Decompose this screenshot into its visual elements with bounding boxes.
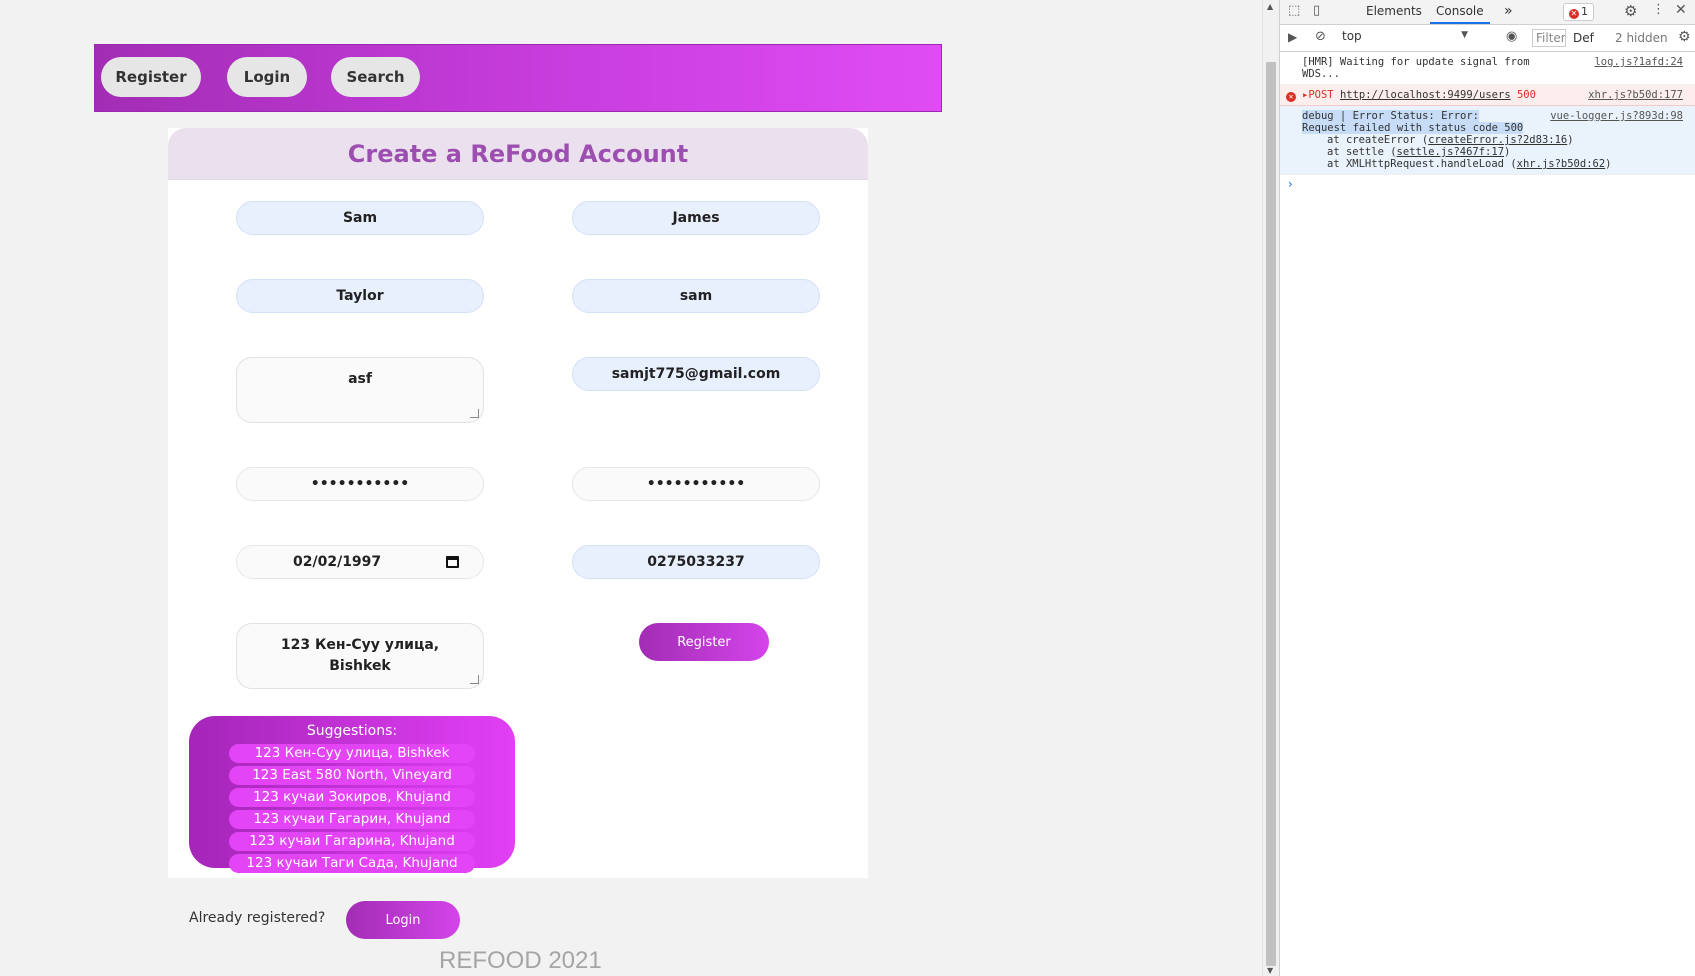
- chevron-down-icon: ▼: [1461, 30, 1468, 40]
- log-levels-dropdown[interactable]: Def: [1573, 31, 1594, 45]
- post-status: 500: [1516, 89, 1536, 101]
- resize-grip-icon[interactable]: [470, 409, 479, 418]
- bio-value: asf: [348, 371, 372, 387]
- settings-gear-icon[interactable]: ⚙: [1624, 2, 1637, 20]
- context-select[interactable]: top ▼: [1342, 29, 1468, 46]
- bio-textarea[interactable]: asf: [236, 357, 484, 423]
- navbar: Register Login Search: [94, 44, 942, 112]
- console-message-error: ✕ ▸POST http://localhost:9499/users 500 …: [1280, 85, 1695, 106]
- stack-link[interactable]: createError.js?2d83:16: [1428, 134, 1567, 146]
- confirm-password-value: •••••••••••: [646, 476, 746, 492]
- register-submit-button[interactable]: Register: [639, 623, 769, 661]
- tab-elements[interactable]: Elements: [1366, 0, 1422, 24]
- console-message-debug: debug | Error Status: Error: Request fai…: [1280, 106, 1695, 175]
- close-icon[interactable]: ✕: [1675, 2, 1687, 18]
- first-name-value: Sam: [342, 210, 378, 226]
- source-link[interactable]: vue-logger.js?893d:98: [1550, 110, 1683, 122]
- username-input[interactable]: sam: [572, 279, 820, 313]
- hidden-count: 2 hidden: [1615, 31, 1668, 45]
- console-prompt[interactable]: ›: [1280, 175, 1695, 195]
- suggestion-item[interactable]: 123 кучаи Зокиров, Khujand: [229, 788, 475, 807]
- console-message-hmr: [HMR] Waiting for update signal from WDS…: [1280, 52, 1695, 85]
- debug-text-line1: debug | Error Status: Error:: [1302, 110, 1480, 122]
- login-button[interactable]: Login: [346, 901, 460, 939]
- already-registered-text: Already registered?: [189, 910, 326, 926]
- scroll-up-icon[interactable]: ▲: [1267, 2, 1273, 11]
- source-link[interactable]: xhr.js?b50d:177: [1588, 89, 1683, 101]
- kebab-menu-icon[interactable]: ⋮: [1652, 2, 1665, 17]
- address-suggestions: Suggestions: 123 Кен-Суу улица, Bishkek …: [189, 716, 515, 873]
- address-value: 123 Кен-Суу улица, Bishkek: [280, 637, 440, 674]
- email-value: samjt775@gmail.com: [611, 366, 781, 382]
- footer-text: REFOOD 2021: [439, 947, 602, 974]
- suggestions-title: Suggestions:: [306, 723, 398, 739]
- suggestion-item[interactable]: 123 кучаи Гагарина, Khujand: [229, 832, 475, 851]
- suggestion-item[interactable]: 123 East 580 North, Vineyard: [229, 766, 475, 785]
- clear-console-icon[interactable]: ⊘: [1315, 29, 1326, 44]
- stack-frame: at XMLHttpRequest.handleLoad (xhr.js?b50…: [1327, 158, 1612, 170]
- username-value: sam: [679, 288, 713, 304]
- nav-search-button[interactable]: Search: [331, 57, 420, 97]
- address-textarea[interactable]: 123 Кен-Суу улица, Bishkek: [236, 623, 484, 689]
- tab-console[interactable]: Console: [1430, 0, 1490, 24]
- dob-value: 02/02/1997: [293, 554, 382, 570]
- console-toolbar: ▶ ⊘ top ▼ ◉ Filter Def 2 hidden ⚙: [1280, 25, 1695, 52]
- nav-register-button[interactable]: Register: [101, 57, 201, 97]
- stack-link[interactable]: xhr.js?b50d:62: [1517, 158, 1606, 170]
- stack-link[interactable]: settle.js?467f:17: [1397, 146, 1504, 158]
- context-value: top: [1342, 29, 1362, 43]
- calendar-icon[interactable]: [446, 556, 459, 568]
- dob-date-input[interactable]: 02/02/1997: [236, 545, 484, 579]
- app-page: Register Login Search Create a ReFood Ac…: [0, 0, 1262, 976]
- page-scrollbar[interactable]: ▲ ▼: [1262, 0, 1279, 976]
- middle-name-value: James: [672, 210, 720, 226]
- last-name-input[interactable]: Taylor: [236, 279, 484, 313]
- password-input[interactable]: •••••••••••: [236, 467, 484, 501]
- sidebar-toggle-icon[interactable]: ▶: [1288, 30, 1297, 44]
- confirm-password-input[interactable]: •••••••••••: [572, 467, 820, 501]
- device-toolbar-icon[interactable]: ▯: [1313, 3, 1320, 18]
- stack-frame: at createError (createError.js?2d83:16): [1327, 134, 1574, 146]
- devtools-tabbar: ⬚ ▯ Elements Console » ✕ 1 ⚙ ⋮ ✕: [1280, 0, 1695, 25]
- password-value: •••••••••••: [310, 476, 410, 492]
- error-count-badge[interactable]: ✕ 1: [1563, 3, 1594, 21]
- scroll-down-icon[interactable]: ▼: [1267, 966, 1273, 975]
- filter-input[interactable]: Filter: [1532, 29, 1566, 47]
- nav-login-button[interactable]: Login: [227, 57, 307, 97]
- error-circle-icon: ✕: [1286, 89, 1298, 102]
- stack-frame: at settle (settle.js?467f:17): [1327, 146, 1511, 158]
- card-header: Create a ReFood Account: [168, 128, 868, 180]
- register-card: Create a ReFood Account Sam James Taylor…: [168, 128, 868, 878]
- suggestion-item[interactable]: 123 кучаи Гагарин, Khujand: [229, 810, 475, 829]
- debug-text-line2: Request failed with status code 500: [1302, 122, 1524, 134]
- hmr-text-line2: WDS...: [1302, 68, 1340, 80]
- more-tabs-icon[interactable]: »: [1504, 0, 1513, 24]
- resize-grip-icon[interactable]: [470, 675, 479, 684]
- post-url-link[interactable]: http://localhost:9499/users: [1340, 89, 1511, 101]
- error-icon: ✕: [1569, 9, 1579, 19]
- phone-input[interactable]: 0275033237: [572, 545, 820, 579]
- source-link[interactable]: log.js?1afd:24: [1594, 56, 1683, 68]
- email-input[interactable]: samjt775@gmail.com: [572, 357, 820, 391]
- console-settings-icon[interactable]: ⚙: [1678, 29, 1691, 45]
- error-count: 1: [1581, 5, 1588, 18]
- middle-name-input[interactable]: James: [572, 201, 820, 235]
- suggestion-item[interactable]: 123 Кен-Суу улица, Bishkek: [229, 744, 475, 763]
- last-name-value: Taylor: [336, 288, 384, 304]
- eye-icon[interactable]: ◉: [1506, 29, 1517, 44]
- page-title: Create a ReFood Account: [347, 139, 689, 168]
- phone-value: 0275033237: [647, 554, 745, 570]
- scrollbar-thumb[interactable]: [1266, 62, 1276, 966]
- devtools-panel: ⬚ ▯ Elements Console » ✕ 1 ⚙ ⋮ ✕ ▶ ⊘ top …: [1279, 0, 1695, 976]
- inspect-element-icon[interactable]: ⬚: [1288, 3, 1300, 18]
- suggestion-item[interactable]: 123 кучаи Таги Сада, Khujand: [229, 854, 475, 873]
- first-name-input[interactable]: Sam: [236, 201, 484, 235]
- post-method: POST: [1308, 89, 1334, 101]
- prompt-chevron-icon: ›: [1288, 177, 1293, 191]
